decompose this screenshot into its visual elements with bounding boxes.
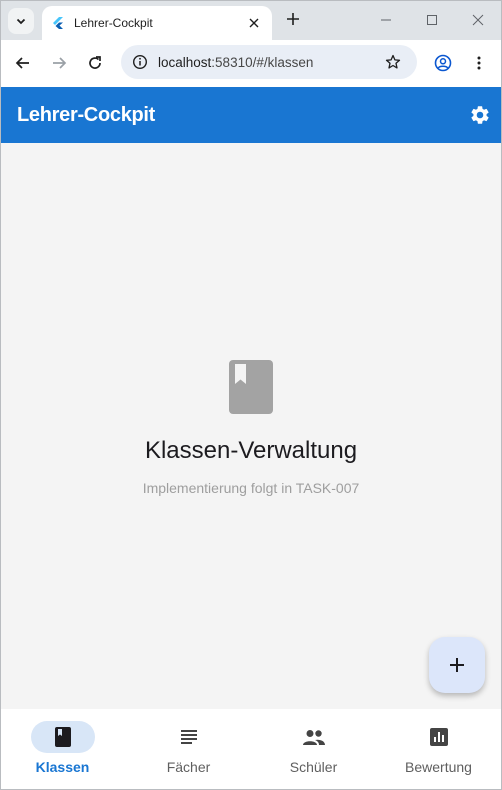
empty-state-subtitle: Implementierung folgt in TASK-007 xyxy=(142,480,360,496)
browser-toolbar: localhost:58310/#/klassen xyxy=(0,40,502,87)
reload-icon xyxy=(89,56,101,69)
gear-icon xyxy=(471,106,489,124)
book-icon xyxy=(55,727,71,747)
close-window-button[interactable] xyxy=(466,8,490,32)
chevron-down-icon xyxy=(16,18,26,25)
maximize-icon xyxy=(427,15,437,25)
url-text: localhost:58310/#/klassen xyxy=(158,55,383,70)
address-bar[interactable]: localhost:58310/#/klassen xyxy=(121,45,417,79)
minimize-icon xyxy=(381,19,391,21)
empty-state-title: Klassen-Verwaltung xyxy=(144,437,358,464)
settings-button[interactable] xyxy=(468,103,492,127)
back-button[interactable] xyxy=(11,51,35,75)
arrow-left-icon xyxy=(15,57,29,69)
book-icon xyxy=(229,360,273,414)
nav-indicator xyxy=(407,721,471,753)
nav-label-faecher: Fächer xyxy=(166,759,211,775)
tab-title: Lehrer-Cockpit xyxy=(74,16,153,30)
minimize-window-button[interactable] xyxy=(374,8,398,32)
forward-button[interactable] xyxy=(47,51,71,75)
new-tab-button[interactable] xyxy=(283,9,303,29)
info-icon[interactable] xyxy=(132,54,148,70)
bottom-navigation: Klassen Fächer Schüler Bewertung xyxy=(0,709,502,790)
reload-button[interactable] xyxy=(83,51,107,75)
app-title: Lehrer-Cockpit xyxy=(17,103,156,126)
url-path: :58310/#/klassen xyxy=(211,54,314,70)
plus-icon xyxy=(287,13,299,25)
nav-label-bewertung: Bewertung xyxy=(405,759,472,775)
close-tab-icon[interactable] xyxy=(244,13,264,33)
nav-label-schueler: Schüler xyxy=(289,759,338,775)
nav-indicator xyxy=(282,721,346,753)
maximize-window-button[interactable] xyxy=(420,8,444,32)
arrow-right-icon xyxy=(53,57,67,69)
main-content: Klassen-Verwaltung Implementierung folgt… xyxy=(0,143,502,709)
nav-item-bewertung[interactable]: Bewertung xyxy=(376,709,501,790)
close-icon xyxy=(472,14,484,26)
url-host: localhost xyxy=(158,54,212,70)
nav-item-klassen[interactable]: Klassen xyxy=(0,709,125,790)
plus-icon xyxy=(450,658,464,672)
profile-button[interactable] xyxy=(431,51,455,75)
add-class-button[interactable] xyxy=(429,637,485,693)
bookmark-star-icon[interactable] xyxy=(383,52,403,72)
nav-indicator xyxy=(157,721,221,753)
more-vert-icon xyxy=(477,56,481,70)
app-bar: Lehrer-Cockpit xyxy=(0,87,502,143)
people-icon xyxy=(303,730,325,745)
browser-tab[interactable]: Lehrer-Cockpit xyxy=(42,6,272,40)
tab-search-button[interactable] xyxy=(8,8,34,34)
browser-menu-button[interactable] xyxy=(467,51,491,75)
nav-label-klassen: Klassen xyxy=(35,759,90,775)
account-icon xyxy=(434,54,452,72)
lines-icon xyxy=(181,730,197,744)
flutter-icon xyxy=(53,17,63,29)
browser-tabstrip: Lehrer-Cockpit xyxy=(0,0,502,40)
nav-item-faecher[interactable]: Fächer xyxy=(126,709,251,790)
nav-item-schueler[interactable]: Schüler xyxy=(251,709,376,790)
nav-indicator xyxy=(31,721,95,753)
bar-chart-icon xyxy=(430,728,448,746)
